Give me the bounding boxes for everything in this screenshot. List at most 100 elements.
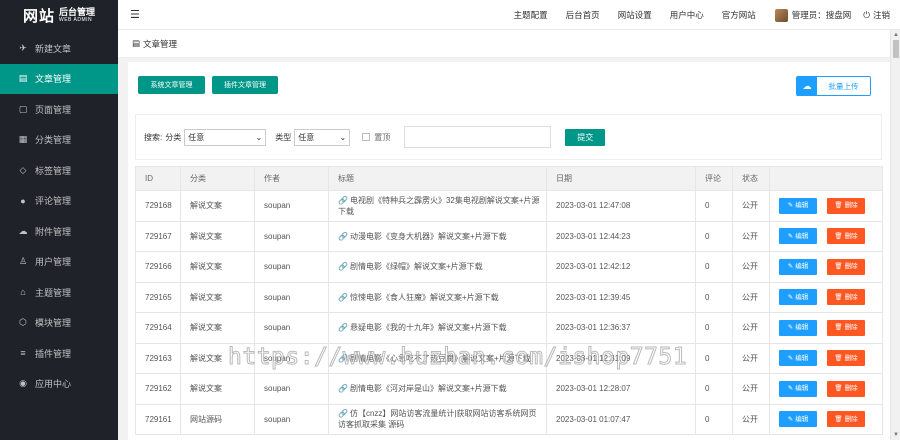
cell-comments: 0 [695, 312, 733, 344]
link-icon: 🔗 [338, 231, 348, 241]
link-official-site[interactable]: 官方网站 [713, 0, 765, 30]
page-scrollbar[interactable]: ▲ ▼ [890, 30, 900, 440]
delete-label: 删除 [844, 232, 858, 240]
cell-title[interactable]: 🔗 悬疑电影《我的十九年》解说文案+片源下载 [328, 312, 547, 344]
delete-label: 删除 [844, 293, 858, 301]
article-title[interactable]: 惊悚电影《食人狂魔》解说文案+片源下载 [350, 293, 499, 302]
article-title[interactable]: 仿【cnzz】网站访客流量统计|获取网站访客系统网页访客抓取采集 源码 [338, 409, 537, 429]
top-checkbox-group[interactable]: 置顶 [362, 132, 390, 143]
table-row: 729166 解说文案 soupan 🔗 剧情电影《绿帽》解说文案+片源下载 2023-0… [135, 251, 883, 283]
logo[interactable]: 网站 后台管理 WEB ADMIN [0, 0, 118, 30]
scroll-down-icon[interactable]: ▼ [893, 432, 899, 438]
cell-status: 公开 [732, 342, 770, 374]
top-checkbox[interactable] [362, 133, 371, 141]
table-row: 729165 解说文案 soupan 🔗 惊悚电影《食人狂魔》解说文案+片源下载 2023… [135, 281, 883, 313]
edit-label: 编辑 [795, 232, 809, 240]
cell-title[interactable]: 🔗 电视剧《特种兵之霹雳火》32集电视剧解说文案+片源下载 [328, 190, 547, 222]
edit-label: 编辑 [795, 293, 809, 301]
delete-button[interactable]: 🗑 删除 [827, 411, 865, 428]
edit-label: 编辑 [795, 385, 809, 393]
edit-button[interactable]: ✎ 编辑 [779, 350, 817, 367]
system-articles-button[interactable]: 系统文章管理 [138, 76, 205, 94]
sidebar-item-label: 插件管理 [35, 348, 72, 359]
category-select[interactable]: 任意 ⌄ [184, 128, 267, 146]
plugin-articles-button[interactable]: 插件文章管理 [212, 76, 278, 94]
sidebar-item[interactable]: ◇ 标签管理 [0, 155, 118, 186]
sidebar-item[interactable]: ▤ 文章管理 [0, 63, 118, 94]
menu-toggle-icon[interactable]: ☰ [130, 8, 140, 21]
delete-button[interactable]: 🗑 删除 [827, 350, 865, 367]
type-select[interactable]: 任意 ⌄ [294, 128, 351, 146]
top-links: 主题配置 后台首页 网站设置 用户中心 官方网站 管理员：搜盘网 ⏻ 注销 [505, 0, 900, 30]
link-user-center[interactable]: 用户中心 [661, 0, 713, 30]
edit-button[interactable]: ✎ 编辑 [779, 319, 817, 336]
sidebar-item[interactable]: ☁ 附件管理 [0, 216, 118, 247]
article-title[interactable]: 悬疑电影《我的十九年》解说文案+片源下载 [350, 323, 507, 332]
trash-icon: 🗑 [834, 263, 843, 271]
sidebar-item[interactable]: ⌂ 主题管理 [0, 277, 118, 308]
sidebar-item-label: 附件管理 [35, 226, 72, 237]
col-comments-header: 评论 [695, 166, 733, 191]
filter-bar: 搜索: 分类 任意 ⌄ 类型 任意 ⌄ 置顶 提交 [135, 114, 882, 160]
cell-actions: ✎ 编辑 🗑 删除 [769, 281, 883, 313]
cell-title[interactable]: 🔗 剧情电影《绿帽》解说文案+片源下载 [328, 251, 547, 283]
sidebar-item[interactable]: ▦ 分类管理 [0, 125, 118, 156]
sidebar-item[interactable]: ⬡ 模块管理 [0, 308, 118, 339]
scroll-thumb[interactable] [893, 40, 899, 58]
delete-button[interactable]: 🗑 删除 [827, 228, 865, 245]
content-card: 系统文章管理 插件文章管理 ☁ 批量上传 搜索: 分类 任意 ⌄ 类型 任意 ⌄… [128, 62, 890, 440]
table-row: 729168 解说文案 soupan 🔗 电视剧《特种兵之霹雳火》32集电视剧解说文案+… [135, 190, 883, 222]
article-title[interactable]: 剧情电影《河对岸是山》解说文案+片源下载 [350, 384, 507, 393]
pencil-icon: ✎ [787, 354, 794, 362]
sidebar-item[interactable]: ≡ 插件管理 [0, 338, 118, 369]
link-icon: 🔗 [338, 323, 348, 333]
article-title[interactable]: 剧情电影《绿帽》解说文案+片源下载 [350, 262, 483, 271]
edit-button[interactable]: ✎ 编辑 [779, 197, 817, 214]
edit-button[interactable]: ✎ 编辑 [779, 380, 817, 397]
link-admin-home[interactable]: 后台首页 [557, 0, 609, 30]
cell-actions: ✎ 编辑 🗑 删除 [769, 190, 883, 222]
cell-title[interactable]: 🔗 惊悚电影《食人狂魔》解说文案+片源下载 [328, 281, 547, 313]
logout-label: 注销 [872, 10, 890, 20]
link-icon: 🔗 [338, 292, 348, 302]
category-icon: ▦ [18, 134, 28, 145]
delete-button[interactable]: 🗑 删除 [827, 289, 865, 306]
sidebar-item[interactable]: ✈ 新建文章 [0, 33, 118, 64]
delete-button[interactable]: 🗑 删除 [827, 319, 865, 336]
edit-button[interactable]: ✎ 编辑 [779, 258, 817, 275]
sidebar-item[interactable]: ▢ 页面管理 [0, 94, 118, 125]
user-menu[interactable]: 管理员：搜盘网 [765, 8, 860, 22]
cell-author: soupan [254, 251, 329, 283]
cell-title[interactable]: 🔗 动漫电影《变身大机器》解说文案+片源下载 [328, 220, 547, 252]
cell-date: 2023-03-01 01:07:47 [546, 403, 696, 435]
sidebar-item[interactable]: ● 评论管理 [0, 186, 118, 217]
trash-icon: 🗑 [834, 324, 843, 332]
sidebar-item-label: 主题管理 [35, 287, 72, 298]
edit-button[interactable]: ✎ 编辑 [779, 289, 817, 306]
keyword-input[interactable] [404, 126, 552, 148]
article-title[interactable]: 动漫电影《变身大机器》解说文案+片源下载 [350, 232, 507, 241]
table-row: 729161 网站源码 soupan 🔗 仿【cnzz】网站访客流量统计|获取网站访客系… [135, 403, 883, 435]
scroll-up-icon[interactable]: ▲ [893, 32, 899, 38]
batch-upload-button[interactable]: ☁ 批量上传 [796, 76, 871, 96]
sidebar-item[interactable]: ♙ 用户管理 [0, 247, 118, 278]
logo-main-text: 网站 [22, 6, 55, 25]
attachment-icon: ☁ [18, 225, 28, 236]
delete-button[interactable]: 🗑 删除 [827, 258, 865, 275]
col-date-header: 日期 [546, 166, 696, 191]
link-theme-config[interactable]: 主题配置 [505, 0, 557, 30]
edit-button[interactable]: ✎ 编辑 [779, 228, 817, 245]
edit-button[interactable]: ✎ 编辑 [779, 411, 817, 428]
delete-button[interactable]: 🗑 删除 [827, 197, 865, 214]
submit-button[interactable]: 提交 [565, 128, 606, 146]
link-site-settings[interactable]: 网站设置 [609, 0, 661, 30]
article-title[interactable]: 电视剧《特种兵之霹雳火》32集电视剧解说文案+片源下载 [338, 196, 540, 216]
delete-button[interactable]: 🗑 删除 [827, 380, 865, 397]
logout-button[interactable]: ⏻ 注销 [859, 9, 900, 21]
cell-title[interactable]: 🔗 仿【cnzz】网站访客流量统计|获取网站访客系统网页访客抓取采集 源码 [328, 403, 547, 435]
sidebar-item[interactable]: ◉ 应用中心 [0, 369, 118, 400]
delete-label: 删除 [844, 385, 858, 393]
delete-label: 删除 [844, 263, 858, 271]
cell-title[interactable]: 🔗 剧情电影《河对岸是山》解说文案+片源下载 [328, 373, 547, 405]
cell-status: 公开 [732, 220, 770, 252]
